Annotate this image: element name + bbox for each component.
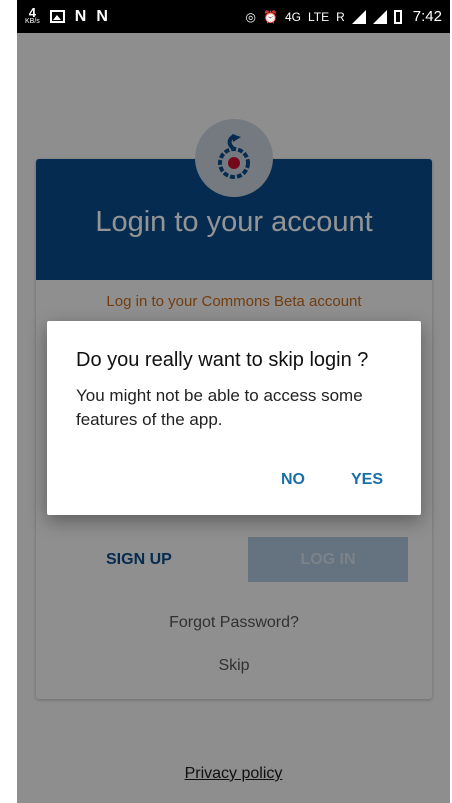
network-speed: 4 KB/s xyxy=(25,4,40,26)
dialog-message: You might not be able to access some fea… xyxy=(76,386,363,429)
phone-screen: 4 KB/s N N ◎ ⏰ 4G LTE R 7:42 Login to yo… xyxy=(17,0,450,803)
signal-icon xyxy=(351,9,366,24)
no-button[interactable]: NO xyxy=(281,471,305,489)
network-speed-unit: KB/s xyxy=(25,17,40,25)
network-4g-label: 4G xyxy=(284,9,301,24)
app-notification-icon: N xyxy=(74,7,87,25)
image-notification-icon xyxy=(49,10,65,23)
dialog-actions: NO YES xyxy=(281,471,383,489)
yes-button[interactable]: YES xyxy=(351,471,383,489)
skip-login-dialog: Do you really want to skip login ? You m… xyxy=(47,321,421,515)
battery-icon xyxy=(393,9,402,24)
clock: 7:42 xyxy=(412,8,442,25)
dialog-title: Do you really want to skip login ? xyxy=(76,349,369,371)
alarm-icon: ⏰ xyxy=(263,9,278,24)
status-bar: 4 KB/s N N ◎ ⏰ 4G LTE R 7:42 xyxy=(17,0,450,33)
app-notification-icon: N xyxy=(96,7,108,25)
hotspot-icon: ◎ xyxy=(245,9,257,24)
signal-icon xyxy=(372,9,387,24)
network-speed-value: 4 xyxy=(28,4,37,20)
network-lte-label: LTE xyxy=(308,9,330,24)
roaming-label: R xyxy=(336,9,345,24)
